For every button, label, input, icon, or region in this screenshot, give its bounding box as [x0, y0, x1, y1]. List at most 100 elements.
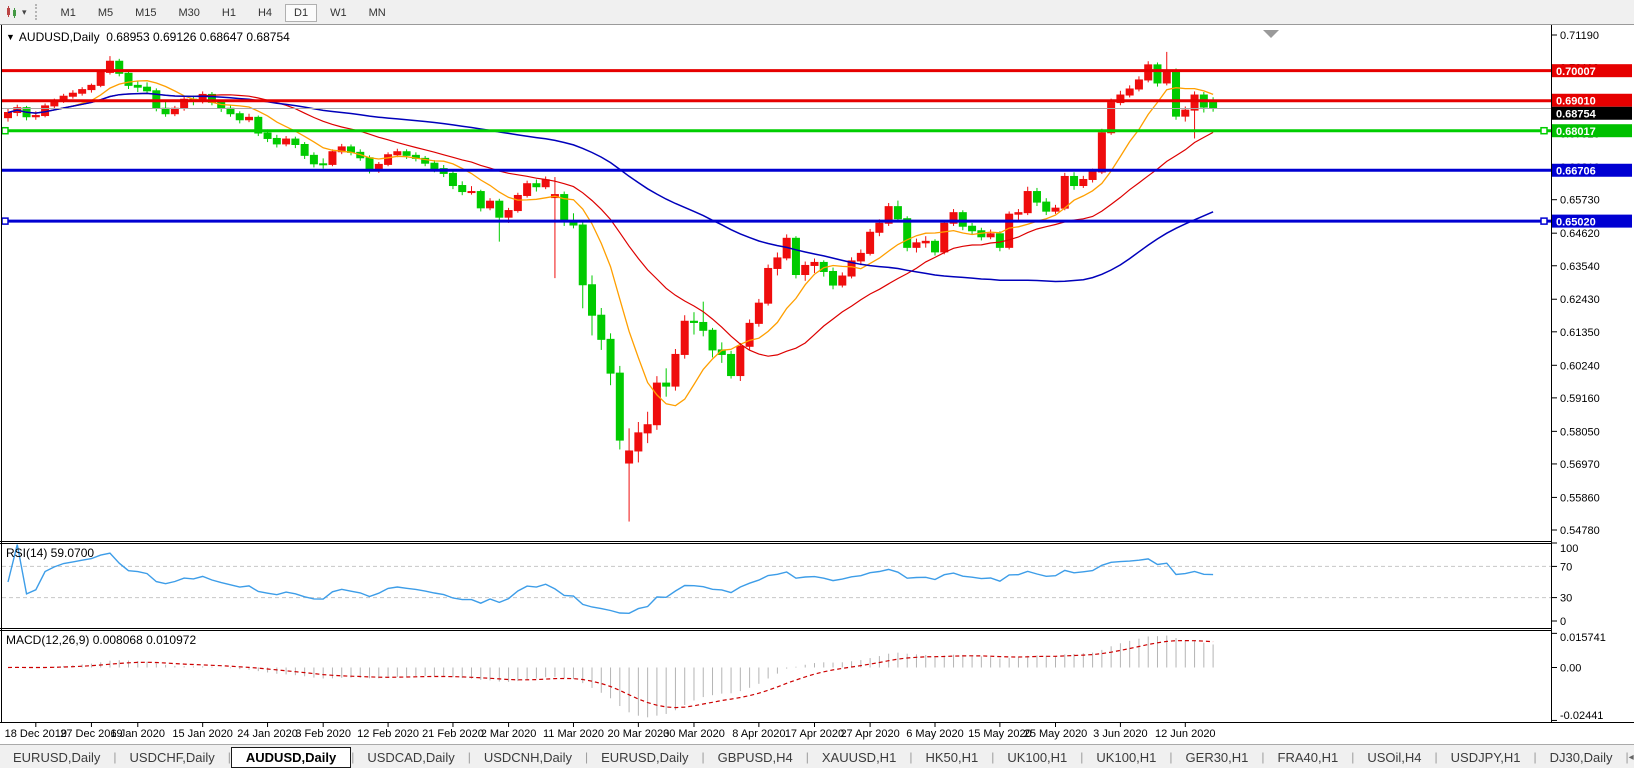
time-axis-label: 12 Feb 2020	[357, 728, 419, 740]
price-axis-tick-label: 0.71190	[1560, 30, 1599, 42]
candle-body	[792, 238, 799, 274]
candle-body	[700, 322, 707, 330]
price-axis-tick-label: 0.56970	[1560, 459, 1600, 471]
price-axis-tick-label: 0.59160	[1560, 393, 1600, 405]
price-axis-tick-label: 0.58050	[1560, 426, 1600, 438]
price-axis-tick-label: 0.60240	[1560, 360, 1600, 372]
tab-scroll-controls: ◂ ▸	[1629, 752, 1634, 763]
candle-body	[1135, 80, 1142, 89]
hline-handle[interactable]	[1541, 218, 1547, 224]
candle-body	[542, 180, 549, 187]
time-axis-label: 15 May 2020	[968, 728, 1032, 740]
candle-body	[607, 339, 614, 373]
candle-body	[653, 383, 660, 425]
rsi-axis-label: 100	[1560, 543, 1578, 555]
candle-body	[1126, 89, 1133, 95]
chart-tab-usdcnh-4[interactable]: USDCNH,Daily	[471, 748, 585, 767]
candle-body	[385, 155, 392, 165]
candle-body	[88, 85, 95, 89]
price-axis-tick-label: 0.62430	[1560, 294, 1600, 306]
chart-ohlc-values: 0.68953 0.69126 0.68647 0.68754	[106, 30, 290, 44]
chart-tab-uk100-10[interactable]: UK100,H1	[1083, 748, 1169, 767]
candle-body	[505, 211, 512, 218]
chart-tab-uk100-9[interactable]: UK100,H1	[994, 748, 1080, 767]
candle-body	[1006, 214, 1013, 247]
candle-body	[1033, 192, 1040, 203]
candle-body	[310, 155, 317, 163]
chart-tab-usdchf-1[interactable]: USDCHF,Daily	[117, 748, 228, 767]
candle-body	[1071, 176, 1078, 185]
candle-body	[672, 354, 679, 386]
time-axis-label: 18 Dec 2019	[5, 728, 67, 740]
candle-body	[626, 451, 633, 463]
candle-body	[867, 232, 874, 253]
candle-body	[144, 87, 151, 91]
candle-body	[811, 262, 818, 265]
candle-body	[1210, 102, 1217, 108]
candle-body	[959, 213, 966, 227]
chart-tab-dj30-15[interactable]: DJ30,Daily	[1537, 748, 1626, 767]
time-axis-label: 12 Jun 2020	[1155, 728, 1216, 740]
candle-body	[468, 192, 475, 193]
candle-body	[690, 321, 697, 322]
candle-body	[246, 117, 253, 119]
macd-axis-label: -0.02441	[1560, 710, 1603, 722]
time-axis-label: 2 Mar 2020	[481, 728, 537, 740]
macd-axis-label: 0.00	[1560, 663, 1581, 675]
rsi-indicator-label: RSI(14) 59.0700	[6, 546, 94, 560]
time-axis-label: 27 Apr 2020	[840, 728, 899, 740]
candle-body	[1173, 71, 1180, 116]
candle-body	[1098, 133, 1105, 172]
collapse-chart-icon[interactable]: ▼	[6, 32, 15, 42]
hline-handle[interactable]	[1541, 128, 1547, 134]
chart-background	[0, 25, 1634, 743]
hline-handle[interactable]	[2, 218, 8, 224]
price-badge-label: 0.65020	[1556, 216, 1596, 228]
candle-body	[5, 113, 12, 118]
time-axis-label: 6 Jan 2020	[111, 728, 165, 740]
candle-body	[802, 265, 809, 274]
candle-body	[273, 138, 280, 143]
time-axis-label: 6 May 2020	[906, 728, 963, 740]
price-badge-label: 0.66706	[1556, 165, 1596, 177]
chart-tab-usdjpy-14[interactable]: USDJPY,H1	[1438, 748, 1534, 767]
hline-handle[interactable]	[2, 128, 8, 134]
candle-body	[227, 108, 234, 113]
time-axis-label: 24 Jan 2020	[237, 728, 298, 740]
candle-body	[283, 139, 290, 144]
candle-body	[449, 173, 456, 185]
chart-tab-xauusd-7[interactable]: XAUUSD,H1	[809, 748, 909, 767]
candle-body	[737, 346, 744, 375]
chart-tab-ger30-11[interactable]: GER30,H1	[1173, 748, 1262, 767]
candle-body	[616, 373, 623, 440]
chart-tab-fra40-12[interactable]: FRA40,H1	[1265, 748, 1352, 767]
chart-tab-eurusd-5[interactable]: EURUSD,Daily	[588, 748, 701, 767]
candle-body	[1080, 179, 1087, 185]
candle-body	[32, 116, 39, 117]
chart-tab-eurusd-0[interactable]: EURUSD,Daily	[0, 748, 113, 767]
candle-body	[496, 201, 503, 217]
trading-terminal: ▾ M1M5M15M30H1H4D1W1MN 0.711900.701100.6…	[0, 0, 1634, 768]
chart-tab-bar: EURUSD,Daily|USDCHF,Daily|AUDUSD,Daily|U…	[0, 744, 1634, 768]
chart-tab-usoil-13[interactable]: USOil,H4	[1354, 748, 1434, 767]
candle-body	[755, 303, 762, 323]
candle-body	[1163, 71, 1170, 83]
time-axis-label: 30 Mar 2020	[663, 728, 725, 740]
candle-body	[644, 425, 651, 433]
tab-scroll-left-icon[interactable]: ◂	[1629, 752, 1634, 763]
chart-tab-audusd-2[interactable]: AUDUSD,Daily	[231, 747, 351, 768]
candle-body	[728, 354, 735, 375]
candle-body	[904, 219, 911, 248]
candle-body	[1145, 65, 1152, 80]
candle-body	[987, 234, 994, 237]
chart-tab-usdcad-3[interactable]: USDCAD,Daily	[354, 748, 467, 767]
time-axis-label: 8 Apr 2020	[732, 728, 785, 740]
candle-body	[663, 383, 670, 386]
chart-tab-gbpusd-6[interactable]: GBPUSD,H4	[705, 748, 806, 767]
candle-body	[171, 108, 178, 113]
candle-body	[1024, 192, 1031, 213]
candle-body	[459, 186, 466, 192]
chart-tab-hk50-8[interactable]: HK50,H1	[912, 748, 991, 767]
time-axis-label: 17 Apr 2020	[785, 728, 844, 740]
candle-body	[709, 330, 716, 350]
